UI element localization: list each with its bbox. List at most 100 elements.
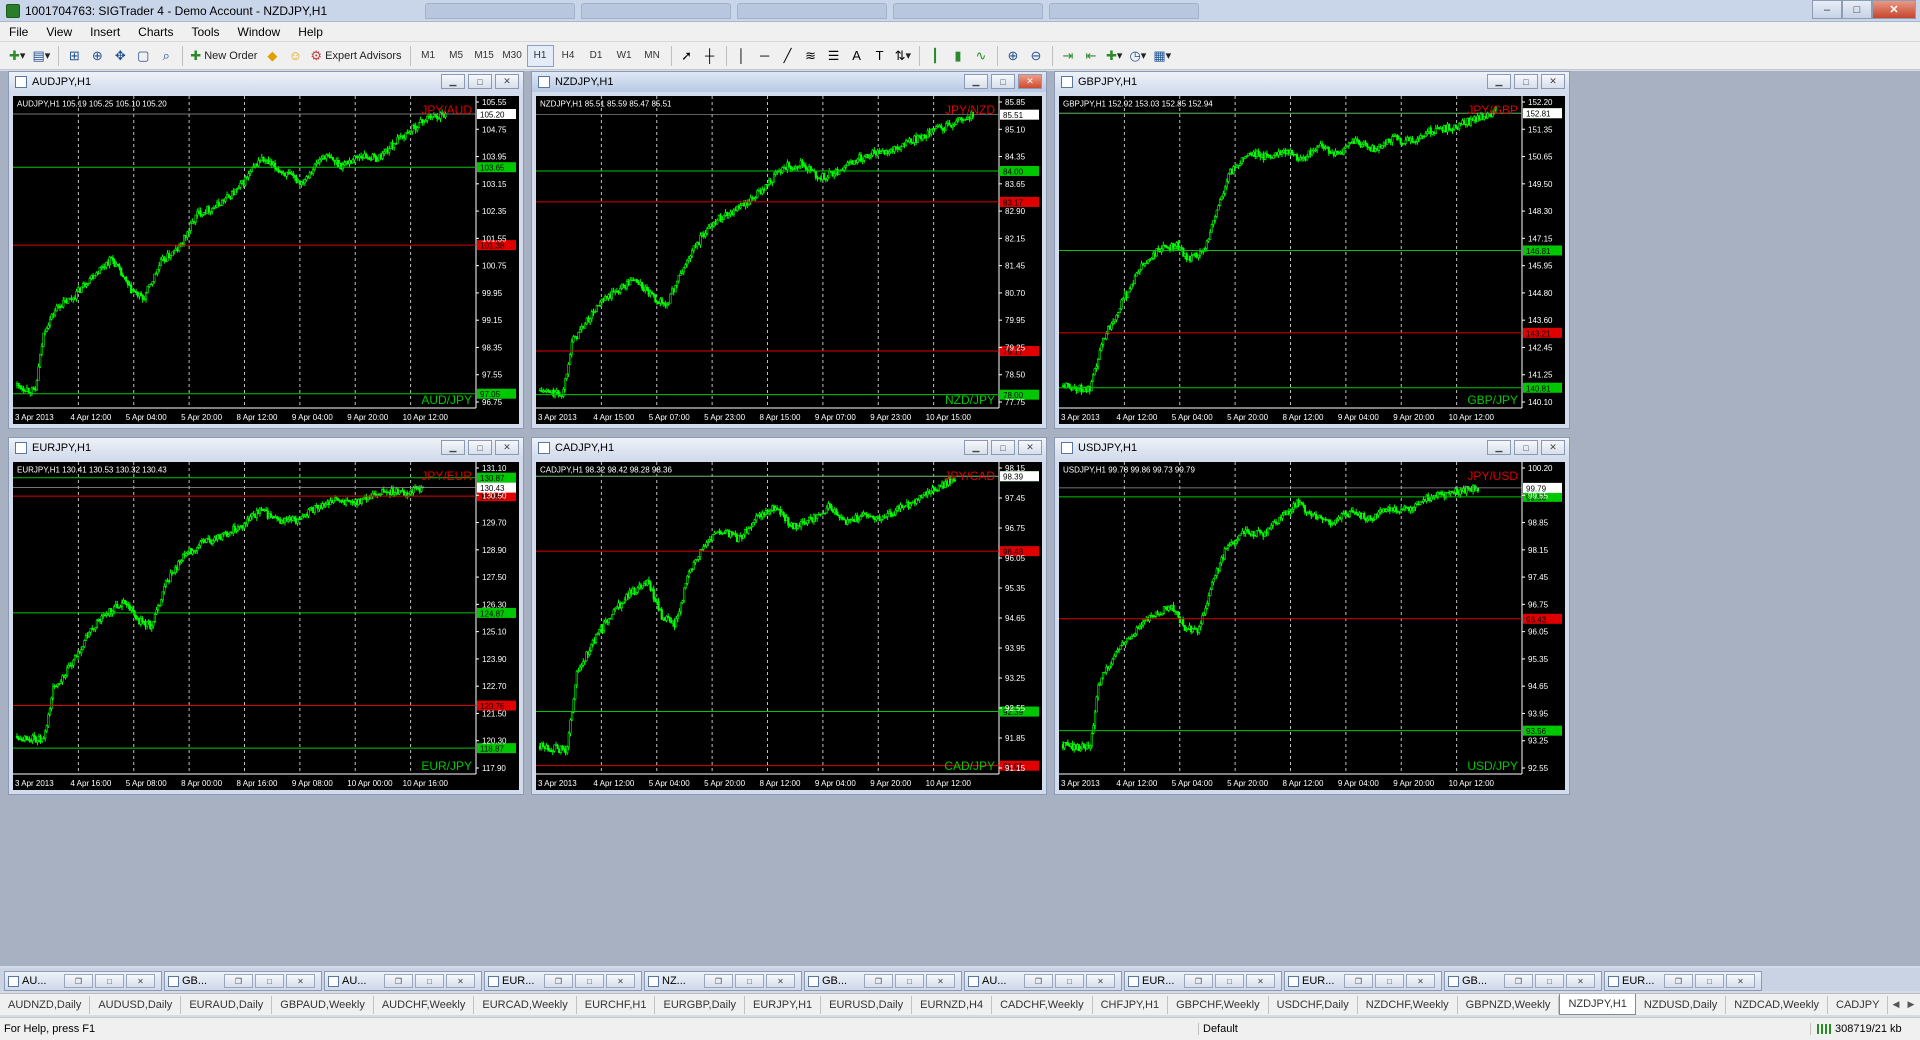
- chart-minimize-button[interactable]: ▁: [1487, 440, 1511, 455]
- window-tab[interactable]: EUR... ❐ □ ✕: [1124, 971, 1282, 991]
- symbol-tab[interactable]: EURJPY,H1: [745, 995, 822, 1014]
- blurred-tab[interactable]: [737, 2, 887, 19]
- menu-tools[interactable]: Tools: [183, 25, 229, 39]
- chart-close-button[interactable]: ✕: [495, 74, 519, 89]
- restore-icon[interactable]: ❐: [64, 974, 93, 988]
- window-tab[interactable]: EUR... ❐ □ ✕: [1284, 971, 1442, 991]
- symbol-tab[interactable]: CADJPY: [1828, 995, 1889, 1014]
- maximize-icon[interactable]: □: [255, 974, 284, 988]
- chart-close-button[interactable]: ✕: [1018, 74, 1042, 89]
- window-tab[interactable]: AU... ❐ □ ✕: [964, 971, 1122, 991]
- window-tab[interactable]: GB... ❐ □ ✕: [1444, 971, 1602, 991]
- chart-minimize-button[interactable]: ▁: [441, 440, 465, 455]
- timeframe-w1[interactable]: W1: [611, 45, 638, 67]
- symbol-tab[interactable]: AUDUSD,Daily: [90, 995, 182, 1014]
- channel-tool[interactable]: ≋: [800, 45, 822, 67]
- close-icon[interactable]: ✕: [1086, 974, 1115, 988]
- chart-window-caption[interactable]: AUDJPY,H1 ▁ □ ✕: [9, 72, 523, 92]
- chart-close-button[interactable]: ✕: [495, 440, 519, 455]
- text-tool[interactable]: A: [846, 45, 868, 67]
- auto-scroll-button[interactable]: ⇥: [1057, 45, 1079, 67]
- tab-scroll-left-icon[interactable]: ◀: [1889, 997, 1903, 1011]
- chart-close-button[interactable]: ✕: [1018, 440, 1042, 455]
- timeframe-d1[interactable]: D1: [583, 45, 610, 67]
- symbol-tab[interactable]: GBPCHF,Weekly: [1168, 995, 1269, 1014]
- maximize-icon[interactable]: □: [1535, 974, 1564, 988]
- price-chart[interactable]: 103.65101.3897.05105.20105.55104.75103.9…: [13, 96, 519, 424]
- close-icon[interactable]: ✕: [1566, 974, 1595, 988]
- vertical-line-tool[interactable]: │: [731, 45, 753, 67]
- restore-icon[interactable]: ❐: [1344, 974, 1373, 988]
- maximize-button[interactable]: □: [1842, 0, 1872, 19]
- symbol-tab[interactable]: NZDJPY,H1: [1559, 994, 1636, 1015]
- price-chart[interactable]: 130.87130.05124.87120.76118.87130.43131.…: [13, 462, 519, 790]
- close-icon[interactable]: ✕: [286, 974, 315, 988]
- timeframe-h1[interactable]: H1: [526, 44, 554, 67]
- chart-maximize-button[interactable]: □: [1514, 74, 1538, 89]
- symbol-tab[interactable]: AUDNZD,Daily: [0, 995, 91, 1014]
- timeframe-mn[interactable]: MN: [639, 45, 666, 67]
- blurred-tab[interactable]: [1049, 2, 1199, 19]
- symbol-tab[interactable]: EURCAD,Weekly: [474, 995, 577, 1014]
- chart-window-audjpy[interactable]: AUDJPY,H1 ▁ □ ✕ 103.65 101.38 97.05 105.20 1…: [8, 71, 524, 429]
- horizontal-line-tool[interactable]: ─: [754, 45, 776, 67]
- blurred-tab[interactable]: [581, 2, 731, 19]
- close-button[interactable]: ✕: [1872, 0, 1916, 19]
- navigator-button[interactable]: ✥: [109, 45, 131, 67]
- price-chart[interactable]: 99.5696.4393.5699.79100.2099.5598.8598.1…: [1059, 462, 1565, 790]
- maximize-icon[interactable]: □: [575, 974, 604, 988]
- data-window-button[interactable]: ⊕: [86, 45, 108, 67]
- trendline-tool[interactable]: ╱: [777, 45, 799, 67]
- blurred-tab[interactable]: [425, 2, 575, 19]
- chart-maximize-button[interactable]: □: [468, 74, 492, 89]
- timeframe-m30[interactable]: M30: [499, 45, 526, 67]
- maximize-icon[interactable]: □: [895, 974, 924, 988]
- chart-minimize-button[interactable]: ▁: [1487, 74, 1511, 89]
- candlestick-button[interactable]: ▮: [947, 45, 969, 67]
- maximize-icon[interactable]: □: [1055, 974, 1084, 988]
- maximize-icon[interactable]: □: [95, 974, 124, 988]
- chart-maximize-button[interactable]: □: [1514, 440, 1538, 455]
- menu-charts[interactable]: Charts: [129, 25, 182, 39]
- timeframe-m1[interactable]: M1: [415, 45, 442, 67]
- line-chart-button[interactable]: ∿: [970, 45, 992, 67]
- symbol-tab[interactable]: NZDCHF,Weekly: [1358, 995, 1458, 1014]
- symbol-tab[interactable]: EURGBP,Daily: [655, 995, 746, 1014]
- cursor-tool[interactable]: ➚: [676, 45, 698, 67]
- price-chart[interactable]: 152.81146.81143.21140.81152.81152.20151.…: [1059, 96, 1565, 424]
- close-icon[interactable]: ✕: [126, 974, 155, 988]
- symbol-tab[interactable]: USDCHF,Daily: [1269, 995, 1358, 1014]
- symbol-tab[interactable]: NZDCAD,Weekly: [1726, 995, 1829, 1014]
- symbol-tab[interactable]: CHFJPY,H1: [1093, 995, 1169, 1014]
- maximize-icon[interactable]: □: [1695, 974, 1724, 988]
- menu-file[interactable]: File: [0, 25, 37, 39]
- maximize-icon[interactable]: □: [1375, 974, 1404, 988]
- chart-window-usdjpy[interactable]: USDJPY,H1 ▁ □ ✕ 99.56 96.43 93.56 99.79 100.…: [1054, 437, 1570, 795]
- chart-window-caption[interactable]: GBPJPY,H1 ▁ □ ✕: [1055, 72, 1569, 92]
- window-tab[interactable]: AU... ❐ □ ✕: [4, 971, 162, 991]
- chart-shift-button[interactable]: ⇤: [1080, 45, 1102, 67]
- chart-minimize-button[interactable]: ▁: [441, 74, 465, 89]
- symbol-tab[interactable]: GBPNZD,Weekly: [1458, 995, 1560, 1014]
- arrows-tool[interactable]: ⇅ ▾: [892, 45, 914, 67]
- indicators-button[interactable]: ✚ ▾: [1103, 45, 1125, 67]
- autotrading-toggle[interactable]: ☺: [284, 45, 306, 67]
- chart-maximize-button[interactable]: □: [991, 74, 1015, 89]
- chart-close-button[interactable]: ✕: [1541, 440, 1565, 455]
- price-chart[interactable]: 98.3996.4892.3991.0198.3998.1597.4596.75…: [536, 462, 1042, 790]
- terminal-button[interactable]: ▢: [132, 45, 154, 67]
- menu-insert[interactable]: Insert: [81, 25, 129, 39]
- timeframe-m15[interactable]: M15: [471, 45, 498, 67]
- window-tab[interactable]: GB... ❐ □ ✕: [164, 971, 322, 991]
- window-tab[interactable]: NZ... ❐ □ ✕: [644, 971, 802, 991]
- minimize-button[interactable]: –: [1812, 0, 1842, 19]
- text-label-tool[interactable]: T: [869, 45, 891, 67]
- symbol-tab[interactable]: CADCHF,Weekly: [992, 995, 1093, 1014]
- market-watch-button[interactable]: ⊞: [63, 45, 85, 67]
- crosshair-tool[interactable]: ┼: [699, 45, 721, 67]
- price-chart[interactable]: 84.0083.1779.1778.0085.5185.8585.1084.35…: [536, 96, 1042, 424]
- symbol-tab[interactable]: GBPAUD,Weekly: [272, 995, 374, 1014]
- blurred-tab[interactable]: [893, 2, 1043, 19]
- bar-chart-button[interactable]: ┃: [924, 45, 946, 67]
- symbol-tab[interactable]: EURUSD,Daily: [821, 995, 913, 1014]
